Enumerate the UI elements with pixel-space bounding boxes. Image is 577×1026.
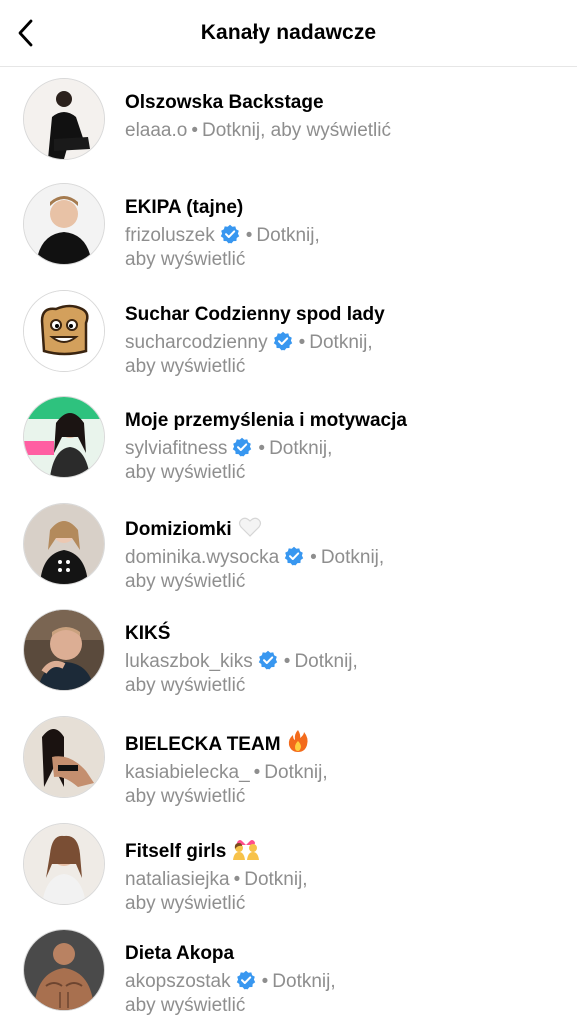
channel-username: sucharcodzienny xyxy=(125,331,268,353)
channel-name: Moje przemyślenia i motywacja xyxy=(125,410,407,432)
channel-username: lukaszbok_kiks xyxy=(125,651,253,673)
channel-name: Dieta Akopa xyxy=(125,943,235,965)
channel-action-cont: aby wyświetlić xyxy=(125,249,246,270)
channel-item-sylviafitness[interactable]: Moje przemyślenia i motywacja sylviafitn… xyxy=(0,386,577,493)
separator: • xyxy=(258,438,266,460)
white-heart-icon xyxy=(238,517,261,537)
verified-badge-icon xyxy=(220,224,239,244)
channel-item-ekipa[interactable]: EKIPA (tajne) frizoluszek • Dotknij, aby wy… xyxy=(0,173,577,280)
channel-name-text: BIELECKA TEAM xyxy=(125,733,281,755)
avatar xyxy=(23,183,105,265)
channel-name: Fitself girls xyxy=(125,836,565,864)
channel-name: EKIPA (tajne) xyxy=(125,197,244,218)
channel-meta: dominika.wysocka • Dotknij, aby wyświetlić xyxy=(125,546,565,594)
verified-badge-icon xyxy=(233,437,252,457)
channel-meta: sylviafitness • Dotknij, aby wyświetlić xyxy=(125,437,565,485)
channel-action: Dotknij, xyxy=(294,651,358,673)
channel-item-kiks[interactable]: KIKŚ lukaszbok_kiks • Dotknij, aby wyświetl… xyxy=(0,599,577,706)
separator: • xyxy=(298,331,306,353)
channel-name: Olszowska Backstage xyxy=(125,92,324,113)
channel-action: Dotknij, xyxy=(320,546,385,568)
channel-action: Dotknij, xyxy=(256,225,320,246)
separator: • xyxy=(310,546,317,568)
channel-name-text: Domiziomki xyxy=(125,518,232,540)
avatar xyxy=(23,502,105,585)
back-button[interactable] xyxy=(8,13,44,53)
channel-item-dieta-akopa[interactable]: Dieta Akopa akopszostak • Dotknij, aby wyśw… xyxy=(0,919,577,1026)
channel-username: kasiabielecka_ xyxy=(125,761,250,783)
channel-action: Dotknij, xyxy=(264,761,328,783)
channel-name: Suchar Codzienny spod lady xyxy=(125,303,385,325)
avatar xyxy=(23,609,105,692)
channel-action: Dotknij, xyxy=(309,331,373,353)
avatar xyxy=(23,715,105,798)
channel-meta: lukaszbok_kiks • Dotknij, aby wyświetlić xyxy=(125,650,565,698)
separator: • xyxy=(253,761,261,783)
avatar xyxy=(23,396,105,479)
channel-list: Olszowska Backstage elaaa.o • Dotknij, aby… xyxy=(0,67,577,1026)
separator: • xyxy=(233,868,241,890)
separator: • xyxy=(191,120,198,141)
channel-name: Domiziomki xyxy=(125,516,565,542)
fire-icon xyxy=(288,729,308,752)
avatar xyxy=(23,78,105,160)
channel-username: akopszostak xyxy=(125,971,231,993)
separator: • xyxy=(283,651,291,673)
verified-badge-icon xyxy=(284,546,304,566)
separator: • xyxy=(245,225,253,246)
channel-meta: frizoluszek • Dotknij, aby wyświetlić xyxy=(125,224,565,272)
header-bar: Kanały nadawcze xyxy=(0,0,577,67)
channel-item-fitself-girls[interactable]: Fitself girls nataliasiejka • Dotknij, aby … xyxy=(0,813,577,920)
channel-action-cont: aby wyświetlić xyxy=(125,570,246,592)
channel-meta: sucharcodzienny • Dotknij, aby wyświetlić xyxy=(125,331,565,379)
channel-item-bielecka-team[interactable]: BIELECKA TEAM kasiabielecka_ • Dotknij, aby… xyxy=(0,706,577,813)
channel-username: nataliasiejka xyxy=(125,868,230,890)
channel-action-cont: aby wyświetlić xyxy=(125,675,246,697)
separator: • xyxy=(261,971,269,993)
channel-action-cont: aby wyświetlić xyxy=(125,355,246,377)
verified-badge-icon xyxy=(236,970,255,990)
channel-action: Dotknij, xyxy=(269,438,333,460)
channel-action: Dotknij, aby wyświetlić xyxy=(202,120,391,141)
channel-meta: kasiabielecka_ • Dotknij, aby wyświetlić xyxy=(125,761,565,809)
channel-action-cont: aby wyświetlić xyxy=(125,892,246,914)
verified-badge-icon xyxy=(273,331,292,350)
avatar xyxy=(23,929,105,1012)
channel-action-cont: aby wyświetlić xyxy=(125,785,246,807)
channel-name: KIKŚ xyxy=(125,623,171,645)
channel-meta: elaaa.o • Dotknij, aby wyświetlić xyxy=(125,119,565,143)
avatar xyxy=(23,822,105,905)
avatar xyxy=(23,289,105,372)
channel-name-text: Fitself girls xyxy=(125,840,227,862)
channel-name: BIELECKA TEAM xyxy=(125,729,565,757)
chevron-left-icon xyxy=(18,19,33,47)
channel-item-suchar[interactable]: Suchar Codzienny spod lady sucharcodzien… xyxy=(0,280,577,387)
channel-item-olszowska-backstage[interactable]: Olszowska Backstage elaaa.o • Dotknij, aby… xyxy=(0,67,577,173)
channel-action-cont: aby wyświetlić xyxy=(125,462,246,484)
page-title: Kanały nadawcze xyxy=(200,21,377,44)
couple-heart-icon xyxy=(233,839,260,860)
channel-username: dominika.wysocka xyxy=(125,546,280,568)
channel-meta: akopszostak • Dotknij, aby wyświetlić xyxy=(125,970,565,1018)
channel-action-cont: aby wyświetlić xyxy=(125,995,246,1017)
channel-username: elaaa.o xyxy=(125,120,188,141)
verified-badge-icon xyxy=(258,651,277,670)
channel-username: frizoluszek xyxy=(125,225,215,246)
channel-action: Dotknij, xyxy=(244,868,308,890)
channel-item-domiziomki[interactable]: Domiziomki dominika.wysocka • Dotknij, aby … xyxy=(0,493,577,600)
channel-action: Dotknij, xyxy=(272,971,336,993)
channel-meta: nataliasiejka • Dotknij, aby wyświetlić xyxy=(125,868,565,916)
channel-username: sylviafitness xyxy=(125,438,228,460)
